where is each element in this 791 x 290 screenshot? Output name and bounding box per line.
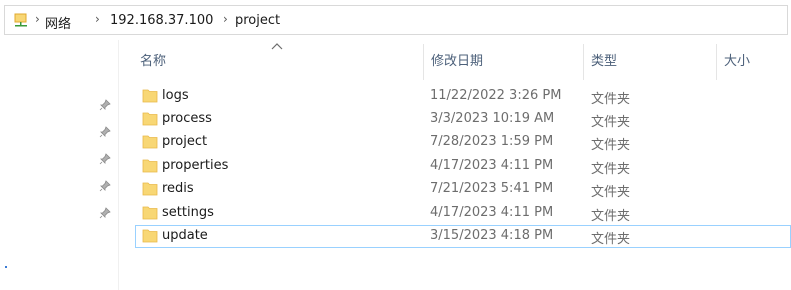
file-type: 文件夹 — [591, 138, 631, 153]
network-drive-icon — [14, 13, 27, 27]
file-name: settings — [162, 205, 214, 220]
file-name: logs — [162, 88, 189, 103]
file-type: 文件夹 — [591, 232, 631, 247]
folder-icon — [142, 135, 158, 149]
breadcrumb-separator-icon[interactable]: › — [95, 12, 100, 26]
file-row[interactable]: settings 4/17/2023 4:11 PM 文件夹 — [135, 202, 791, 225]
pin-icon[interactable] — [99, 126, 111, 138]
file-type: 文件夹 — [591, 209, 631, 224]
folder-icon — [142, 112, 158, 126]
breadcrumb-network[interactable]: 网络 — [45, 13, 71, 32]
file-type: 文件夹 — [591, 92, 631, 107]
breadcrumb-separator-icon[interactable]: › — [35, 12, 40, 26]
file-row-selected[interactable]: update 3/15/2023 4:18 PM 文件夹 — [135, 225, 791, 248]
file-name: project — [162, 134, 208, 149]
file-name: redis — [162, 181, 194, 196]
folder-icon — [142, 182, 158, 196]
file-row[interactable]: project 7/28/2023 1:59 PM 文件夹 — [135, 131, 791, 154]
column-divider[interactable] — [716, 44, 717, 80]
navigation-pane — [0, 40, 119, 290]
column-divider[interactable] — [583, 44, 584, 80]
file-name: update — [162, 228, 208, 243]
file-name: properties — [162, 158, 229, 173]
file-row[interactable]: logs 11/22/2022 3:26 PM 文件夹 — [135, 85, 791, 108]
file-date: 4/17/2023 4:11 PM — [430, 205, 554, 220]
breadcrumb-project[interactable]: project — [235, 13, 280, 28]
pin-icon[interactable] — [99, 207, 111, 219]
file-name: process — [162, 111, 212, 126]
address-bar[interactable]: › 网络 › 192.168.37.100 › project — [4, 5, 788, 35]
folder-icon — [142, 206, 158, 220]
folder-icon — [142, 89, 158, 103]
file-date: 7/28/2023 1:59 PM — [430, 134, 554, 149]
file-type: 文件夹 — [591, 162, 631, 177]
file-date: 4/17/2023 4:11 PM — [430, 158, 554, 173]
breadcrumb-host[interactable]: 192.168.37.100 — [110, 13, 213, 28]
folder-icon — [142, 159, 158, 173]
file-date: 7/21/2023 5:41 PM — [430, 181, 554, 196]
file-row[interactable]: properties 4/17/2023 4:11 PM 文件夹 — [135, 155, 791, 178]
file-date: 3/15/2023 4:18 PM — [430, 228, 554, 243]
file-type: 文件夹 — [591, 185, 631, 200]
column-header-size[interactable]: 大小 — [724, 44, 750, 80]
file-row[interactable]: process 3/3/2023 10:19 AM 文件夹 — [135, 108, 791, 131]
column-header-type[interactable]: 类型 — [591, 44, 617, 80]
file-date: 3/3/2023 10:19 AM — [430, 111, 555, 126]
column-divider[interactable] — [423, 44, 424, 80]
file-date: 11/22/2022 3:26 PM — [430, 88, 562, 103]
file-row[interactable]: redis 7/21/2023 5:41 PM 文件夹 — [135, 178, 791, 201]
breadcrumb-separator-icon[interactable]: › — [223, 12, 228, 26]
pin-icon[interactable] — [99, 153, 111, 165]
column-header-name[interactable]: 名称 — [140, 44, 166, 80]
sort-ascending-icon — [271, 43, 283, 50]
file-type: 文件夹 — [591, 115, 631, 130]
pin-icon[interactable] — [99, 180, 111, 192]
pin-icon[interactable] — [99, 99, 111, 111]
nav-marker — [5, 266, 7, 268]
folder-icon — [142, 229, 158, 243]
nav-pane-divider[interactable] — [118, 40, 119, 290]
column-header-date[interactable]: 修改日期 — [431, 44, 483, 80]
